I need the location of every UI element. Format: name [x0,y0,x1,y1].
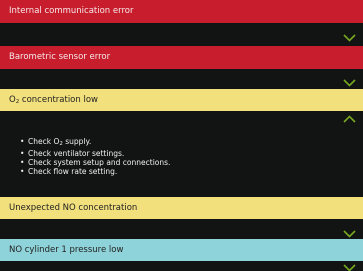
alarm-title: O2 concentration low [9,95,98,105]
instruction-item: • Check ventilator settings. [20,149,125,158]
alarm-title: Unexpected NO concentration [9,203,138,213]
instruction-item: • Check flow rate setting. [20,167,118,176]
alarm-header-no-cylinder-1-pressure-low[interactable]: NO cylinder 1 pressure low [0,239,363,261]
alarm-body-no-cylinder-1-pressure-low[interactable] [0,261,363,271]
alarm-list: Internal communication error Barometric … [0,0,363,271]
alarm-header-unexpected-no-concentration[interactable]: Unexpected NO concentration [0,197,363,219]
chevron-down-icon[interactable] [343,264,356,271]
chevron-down-icon[interactable] [343,34,356,42]
chevron-down-icon[interactable] [343,230,356,238]
alarm-title: NO cylinder 1 pressure low [9,245,124,255]
alarm-title: Internal communication error [9,6,134,16]
instruction-item: • Check system setup and connections. [20,158,171,167]
alarm-instructions: • Check O2 supply. • Check ventilator sett… [0,111,363,176]
alarm-body-internal-communication-error[interactable] [0,23,363,46]
chevron-up-icon[interactable] [343,115,356,123]
alarm-body-unexpected-no-concentration[interactable] [0,219,363,239]
alarm-body-o2-concentration-low[interactable]: • Check O2 supply. • Check ventilator sett… [0,111,363,197]
alarm-header-internal-communication-error[interactable]: Internal communication error [0,0,363,23]
alarm-header-o2-concentration-low[interactable]: O2 concentration low [0,89,363,111]
alarm-title: Barometric sensor error [9,52,111,62]
alarm-body-barometric-sensor-error[interactable] [0,69,363,89]
instruction-item: • Check O2 supply. [20,137,92,147]
alarm-header-barometric-sensor-error[interactable]: Barometric sensor error [0,46,363,69]
chevron-down-icon[interactable] [343,79,356,87]
